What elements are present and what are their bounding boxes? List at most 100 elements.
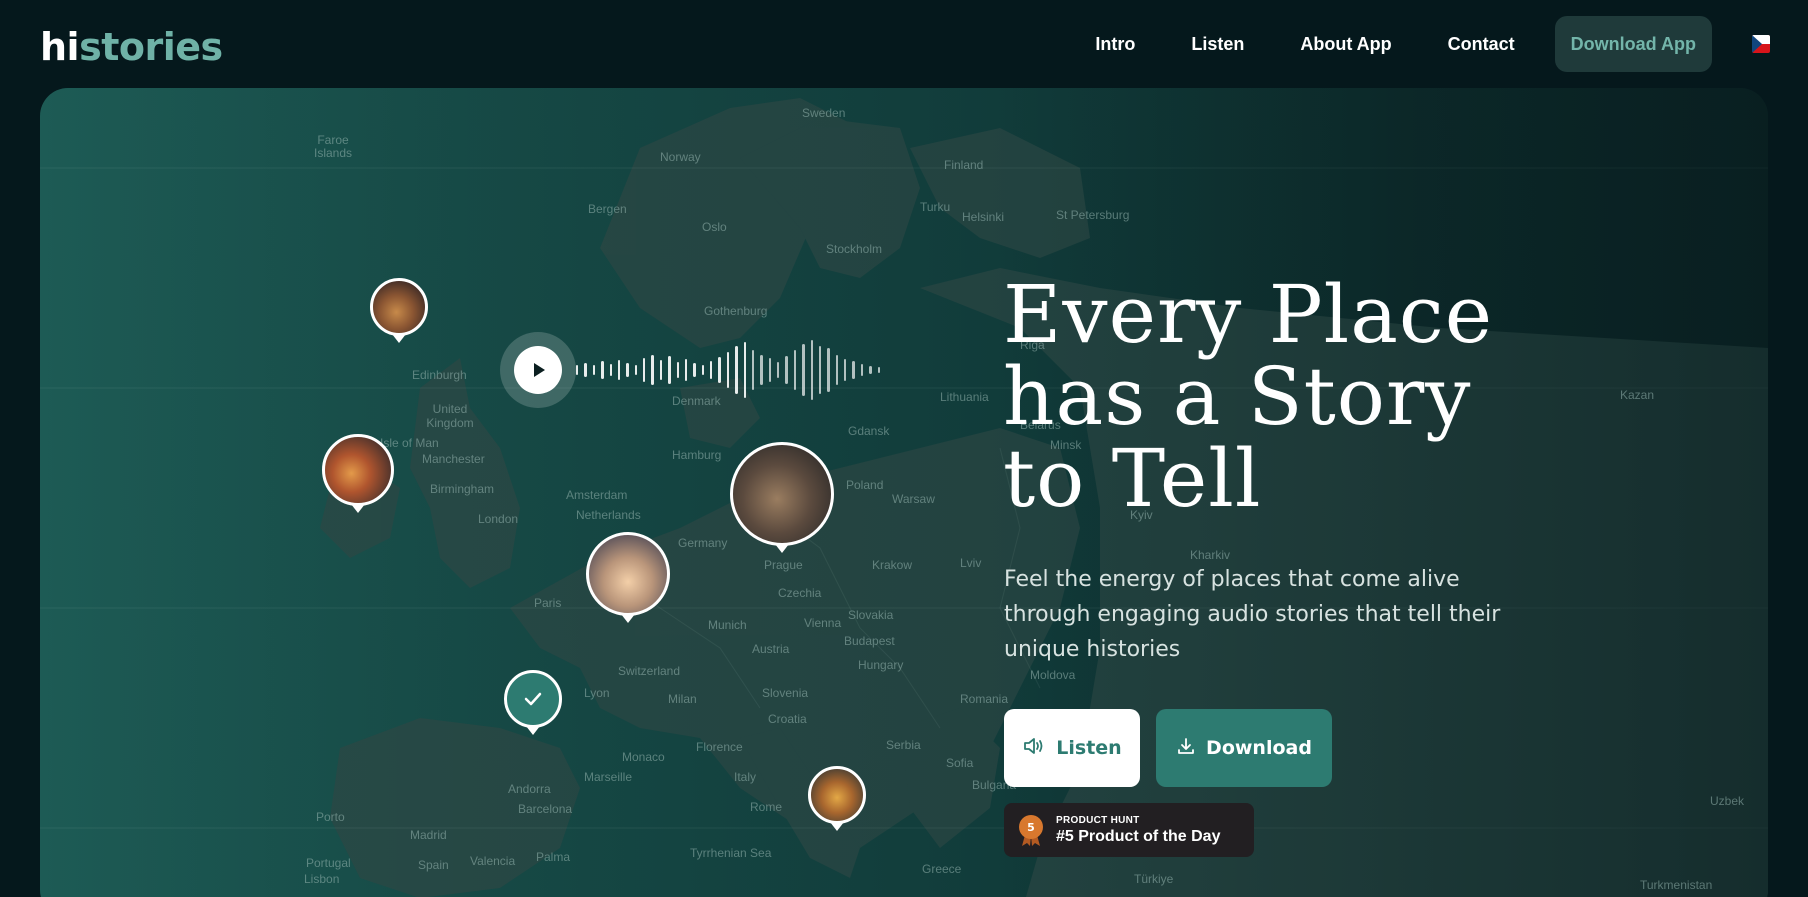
nav-about-app[interactable]: About App [1300,34,1391,55]
czech-flag-icon[interactable] [1752,35,1770,53]
map-label: Florence [696,740,743,754]
map-label: Isle of Man [380,436,439,450]
product-hunt-rank: #5 Product of the Day [1056,827,1221,845]
waveform-bar [584,363,587,377]
waveform-bar [668,356,671,384]
product-hunt-label: PRODUCT HUNT [1056,814,1140,826]
waveform-bar [651,355,654,385]
headline-line: has a Story [1003,350,1472,443]
map-label: Czechia [778,586,822,600]
map-label: Barcelona [518,802,573,816]
waveform-bar [793,350,797,390]
waveform-bar [751,350,755,390]
waveform-bar [827,348,830,392]
waveform-bar [743,342,746,398]
nav-contact[interactable]: Contact [1448,34,1515,55]
map-label: Gdansk [848,424,890,438]
map-label: Valencia [470,854,516,868]
waveform-bar [810,340,813,400]
waveform-bar [735,346,738,394]
pin-pointer [621,614,635,623]
waveform-bar [626,363,629,377]
listen-label: Listen [1056,737,1122,759]
map-label: Portugal [306,856,351,870]
map-label: Serbia [886,738,921,752]
map-label: Hamburg [672,448,722,462]
story-pin[interactable] [370,278,428,336]
product-hunt-badge[interactable]: 5 PRODUCT HUNT #5 Product of the Day [1004,803,1254,857]
story-pin[interactable] [322,434,394,506]
speaker-icon [1022,736,1046,761]
map-label: Moldova [1030,668,1076,682]
waveform-bar [869,366,872,374]
histories-logo[interactable]: histories [40,22,223,72]
waveform-bar [768,358,771,382]
nav-listen[interactable]: Listen [1191,34,1244,55]
map-label: Amsterdam [566,488,628,502]
waveform-bar [684,359,688,381]
play-icon [514,346,562,394]
main-nav: Intro Listen About App Contact Download … [1095,16,1808,72]
waveform-bar [835,355,838,385]
map-label: Birmingham [430,482,495,496]
map-label: Andorra [508,782,551,796]
map-label: Turku [920,200,951,214]
waveform-bar [693,363,696,377]
map-label: Monaco [622,750,665,764]
map-label: Vienna [804,616,842,630]
medal-icon: 5 [1018,815,1044,846]
waveform-bar [852,361,855,379]
waveform-bar [576,365,579,375]
map-label: Helsinki [962,210,1005,224]
audio-waveform[interactable] [576,334,886,406]
waveform-bar [643,358,646,382]
map-label: Germany [678,536,728,550]
waveform-bar [844,359,847,381]
map-label: Romania [960,692,1009,706]
story-pin[interactable] [586,532,670,616]
map-label: Kharkiv [1190,548,1231,562]
download-icon [1176,736,1196,761]
headline-line: Every Place [1003,268,1494,361]
map-label: Netherlands [576,508,641,522]
waveform-bar [609,364,612,376]
map-label: London [478,512,519,526]
map-label: Turkmenistan [1640,878,1713,892]
map-label: Stockholm [826,242,883,256]
map-label: Krakow [872,558,913,572]
waveform-bar [592,365,596,375]
waveform-bar [802,344,805,396]
download-app-button[interactable]: Download App [1554,16,1712,72]
map-label: Milan [668,692,697,706]
logo-hi: hi [40,25,80,69]
map-label: Porto [316,810,345,824]
map-label: Uzbek [1710,794,1745,808]
waveform-bar [710,361,713,379]
story-pin[interactable] [730,442,834,546]
pin-pointer [830,822,844,831]
headline-line: to Tell [1003,432,1262,525]
map-label: Spain [418,858,449,872]
map-label: St Petersburg [1056,208,1130,222]
map-label: Finland [944,158,984,172]
pin-pointer [526,726,540,735]
download-button[interactable]: Download [1156,709,1332,787]
play-button[interactable] [500,332,576,408]
map-label: Tyrrhenian Sea [690,846,772,860]
pin-pointer [351,504,365,513]
story-pin[interactable] [808,766,866,824]
nav-intro[interactable]: Intro [1095,34,1135,55]
listen-button[interactable]: Listen [1004,709,1140,787]
map-label: Italy [734,770,757,784]
visited-pin[interactable] [504,670,562,728]
map-label: Manchester [422,452,485,466]
waveform-bar [601,361,604,379]
waveform-bar [659,360,663,380]
map-label: United Kingdom [426,402,474,430]
check-icon [524,692,542,706]
map-label: Marseille [584,770,633,784]
map-label: Bergen [588,202,627,216]
waveform-bar [701,365,704,375]
map-label: Poland [846,478,884,492]
map-label: Oslo [702,220,727,234]
